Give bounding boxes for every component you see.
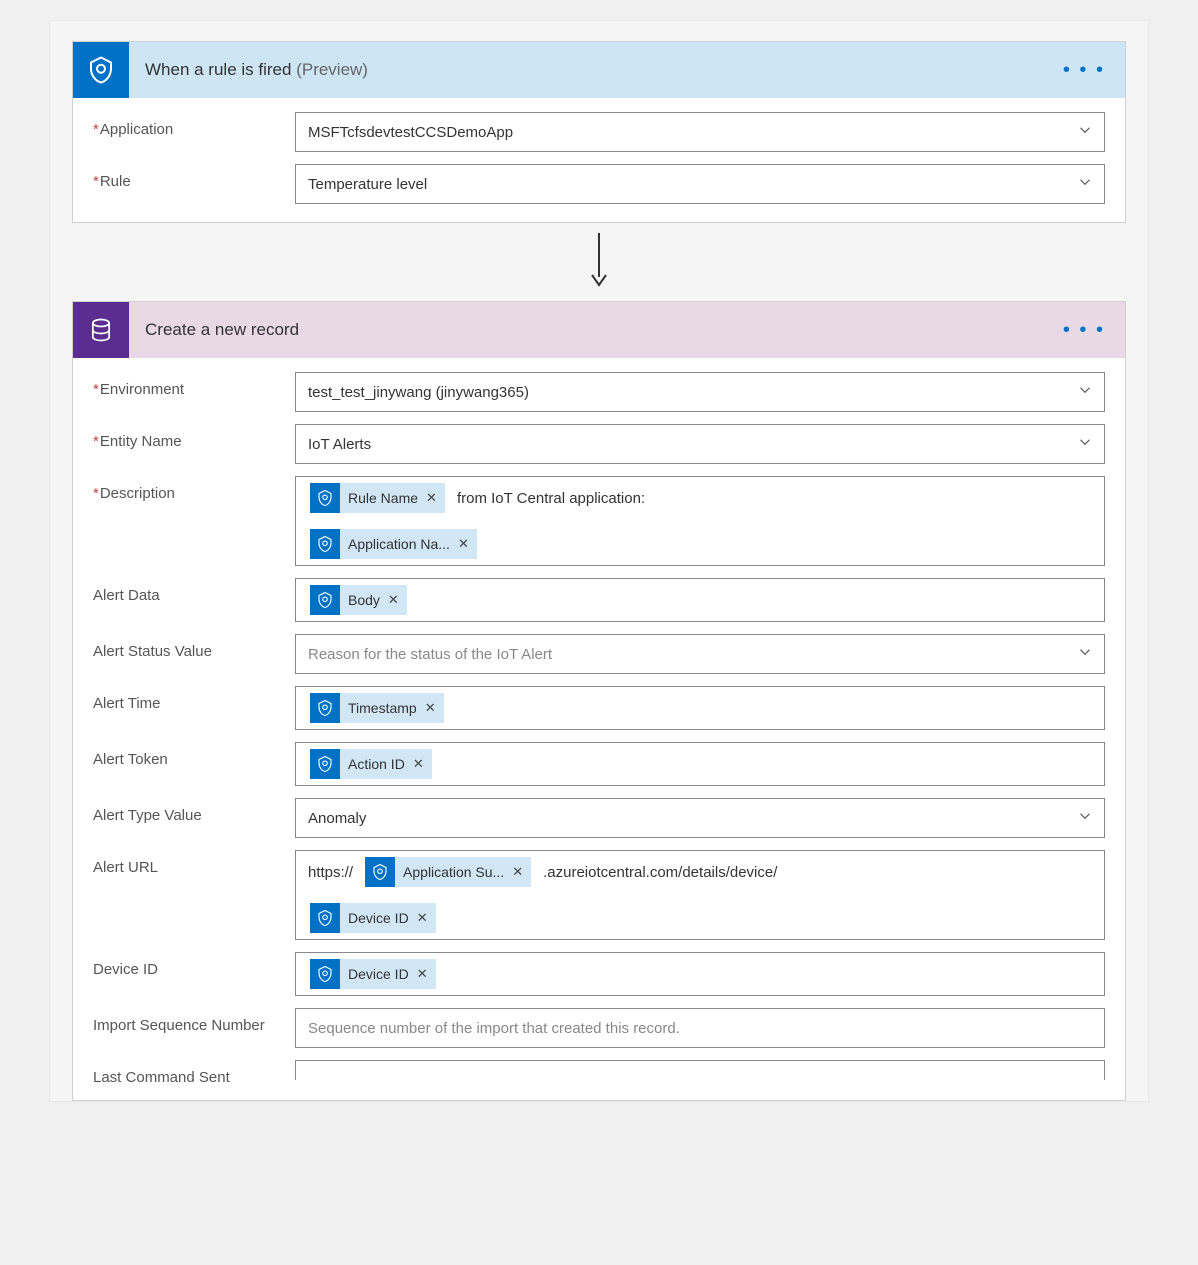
database-icon [73, 302, 129, 358]
iot-central-icon [310, 693, 340, 723]
rule-label: *Rule [93, 164, 295, 190]
alert-data-label: Alert Data [93, 578, 295, 604]
device-id-token[interactable]: Device ID ✕ [310, 959, 436, 989]
chevron-down-icon [1076, 433, 1094, 455]
environment-select[interactable]: test_test_jinywang (jinywang365) [295, 372, 1105, 412]
alert-status-select[interactable]: Reason for the status of the IoT Alert [295, 634, 1105, 674]
chevron-down-icon [1076, 381, 1094, 403]
iot-central-icon [365, 857, 395, 887]
description-input[interactable]: Rule Name ✕ from IoT Central application… [295, 476, 1105, 566]
remove-token-icon[interactable]: ✕ [386, 592, 407, 608]
last-command-label: Last Command Sent [93, 1060, 295, 1086]
chevron-down-icon [1076, 173, 1094, 195]
remove-token-icon[interactable]: ✕ [424, 490, 445, 506]
device-id-token[interactable]: Device ID ✕ [310, 903, 436, 933]
more-menu-icon[interactable]: • • • [1063, 319, 1105, 342]
alert-type-label: Alert Type Value [93, 798, 295, 824]
alert-data-input[interactable]: Body ✕ [295, 578, 1105, 622]
rule-select[interactable]: Temperature level [295, 164, 1105, 204]
application-name-token[interactable]: Application Na... ✕ [310, 529, 477, 559]
alert-url-input[interactable]: https:// Application Su... ✕ .azureiotce… [295, 850, 1105, 940]
environment-label: *Environment [93, 372, 295, 398]
entity-name-label: *Entity Name [93, 424, 295, 450]
iot-central-icon [310, 585, 340, 615]
timestamp-token[interactable]: Timestamp ✕ [310, 693, 444, 723]
iot-central-icon [310, 749, 340, 779]
description-label: *Description [93, 476, 295, 502]
device-id-input[interactable]: Device ID ✕ [295, 952, 1105, 996]
chevron-down-icon [1076, 121, 1094, 143]
more-menu-icon[interactable]: • • • [1063, 59, 1105, 82]
trigger-card: When a rule is fired (Preview) • • • *Ap… [72, 41, 1126, 223]
alert-time-input[interactable]: Timestamp ✕ [295, 686, 1105, 730]
alert-token-label: Alert Token [93, 742, 295, 768]
flow-arrow [72, 223, 1126, 301]
rule-name-token[interactable]: Rule Name ✕ [310, 483, 445, 513]
alert-type-select[interactable]: Anomaly [295, 798, 1105, 838]
action-card: Create a new record • • • *Environment t… [72, 301, 1126, 1101]
trigger-title: When a rule is fired (Preview) [129, 60, 1063, 80]
flow-canvas: When a rule is fired (Preview) • • • *Ap… [49, 20, 1149, 1102]
alert-url-label: Alert URL [93, 850, 295, 876]
action-id-token[interactable]: Action ID ✕ [310, 749, 432, 779]
iot-central-icon [310, 903, 340, 933]
last-command-input[interactable] [295, 1060, 1105, 1080]
application-select[interactable]: MSFTcfsdevtestCCSDemoApp [295, 112, 1105, 152]
application-label: *Application [93, 112, 295, 138]
iot-central-icon [310, 529, 340, 559]
remove-token-icon[interactable]: ✕ [415, 910, 436, 926]
device-id-label: Device ID [93, 952, 295, 978]
iot-central-icon [310, 959, 340, 989]
remove-token-icon[interactable]: ✕ [415, 966, 436, 982]
action-title: Create a new record [129, 320, 1063, 340]
remove-token-icon[interactable]: ✕ [423, 700, 444, 716]
import-seq-label: Import Sequence Number [93, 1008, 295, 1034]
alert-time-label: Alert Time [93, 686, 295, 712]
chevron-down-icon [1076, 643, 1094, 665]
entity-name-select[interactable]: IoT Alerts [295, 424, 1105, 464]
alert-status-label: Alert Status Value [93, 634, 295, 660]
chevron-down-icon [1076, 807, 1094, 829]
import-seq-input[interactable]: Sequence number of the import that creat… [295, 1008, 1105, 1048]
remove-token-icon[interactable]: ✕ [510, 864, 531, 880]
application-subdomain-token[interactable]: Application Su... ✕ [365, 857, 531, 887]
body-token[interactable]: Body ✕ [310, 585, 407, 615]
alert-token-input[interactable]: Action ID ✕ [295, 742, 1105, 786]
remove-token-icon[interactable]: ✕ [456, 536, 477, 552]
action-header[interactable]: Create a new record • • • [73, 302, 1125, 358]
remove-token-icon[interactable]: ✕ [411, 756, 432, 772]
iot-central-icon [310, 483, 340, 513]
trigger-header[interactable]: When a rule is fired (Preview) • • • [73, 42, 1125, 98]
iot-central-icon [73, 42, 129, 98]
